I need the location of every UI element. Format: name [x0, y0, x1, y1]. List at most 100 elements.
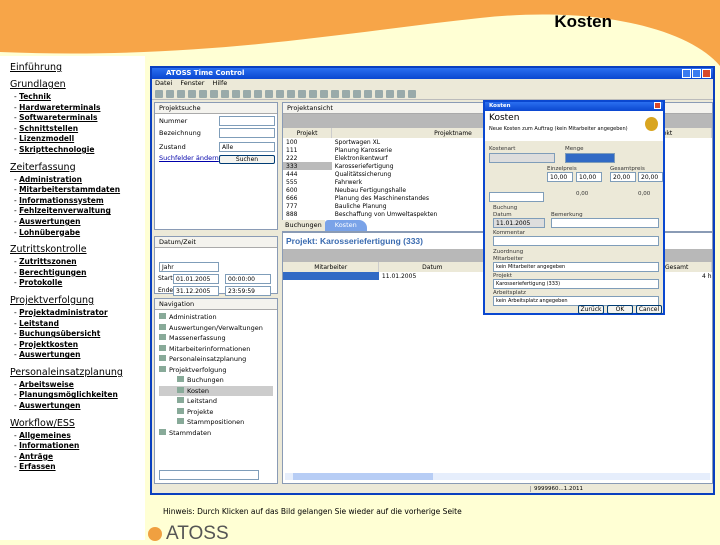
sidebar-link[interactable]: - Protokolle	[14, 278, 145, 289]
sidebar-link[interactable]: - Administration	[14, 175, 145, 186]
sidebar-link[interactable]: - Anträge	[14, 452, 145, 463]
tree-item[interactable]: Auswertungen/Verwaltungen	[159, 323, 273, 334]
sidebar-link[interactable]: - Technik	[14, 92, 145, 103]
suchen-button[interactable]: Suchen	[219, 155, 275, 164]
tree-item[interactable]: Stammpositionen	[159, 417, 273, 428]
einzelpreis-input-1[interactable]: 10,00	[547, 172, 573, 182]
sidebar-link[interactable]: - Arbeitsweise	[14, 380, 145, 391]
menu-fenster[interactable]: Fenster	[180, 79, 204, 88]
sidebar-link[interactable]: - Leitstand	[14, 319, 145, 330]
toolbar-button-icon[interactable]	[177, 90, 185, 98]
tree-item[interactable]: Leitstand	[159, 396, 273, 407]
sidebar-link[interactable]: - Auswertungen	[14, 217, 145, 228]
toolbar-button-icon[interactable]	[199, 90, 207, 98]
projekt-select[interactable]: Karosseriefertigung (333)	[493, 279, 659, 289]
einzelpreis-input-2[interactable]: 10,00	[576, 172, 602, 182]
tree-item[interactable]: Projekte	[159, 407, 273, 418]
toolbar-button-icon[interactable]	[221, 90, 229, 98]
sidebar-section[interactable]: Personaleinsatzplanung	[10, 367, 145, 378]
menu-datei[interactable]: Datei	[155, 79, 172, 88]
toolbar-button-icon[interactable]	[320, 90, 328, 98]
sidebar-link[interactable]: - Auswertungen	[14, 401, 145, 412]
toolbar-button-icon[interactable]	[353, 90, 361, 98]
kostenart-select[interactable]	[489, 153, 555, 163]
tab-datum-zeit[interactable]: Datum/Zeit	[155, 237, 277, 248]
toolbar-button-icon[interactable]	[309, 90, 317, 98]
tree-item[interactable]: Administration	[159, 312, 273, 323]
maximize-button[interactable]	[692, 69, 701, 78]
end-time-input[interactable]: 23:59:59	[225, 286, 271, 296]
sidebar-section[interactable]: Projektverfolgung	[10, 295, 145, 306]
close-button[interactable]	[702, 69, 711, 78]
toolbar-button-icon[interactable]	[265, 90, 273, 98]
sidebar-link[interactable]: - Mitarbeiterstammdaten	[14, 185, 145, 196]
bemerkung-input[interactable]	[551, 218, 659, 228]
tree-item[interactable]: Projektverfolgung	[159, 365, 273, 376]
toolbar-button-icon[interactable]	[243, 90, 251, 98]
column-header[interactable]: Projekt	[283, 128, 333, 138]
toolbar-button-icon[interactable]	[166, 90, 174, 98]
toolbar-button-icon[interactable]	[188, 90, 196, 98]
sidebar-link[interactable]: - Projektkosten	[14, 340, 145, 351]
horizontal-scrollbar[interactable]	[285, 473, 710, 480]
tree-item[interactable]: Stammdaten	[159, 428, 273, 439]
minimize-button[interactable]	[682, 69, 691, 78]
sidebar-link[interactable]: - Erfassen	[14, 462, 145, 473]
toolbar-button-icon[interactable]	[397, 90, 405, 98]
end-date-input[interactable]: 31.12.2005	[173, 286, 219, 296]
sidebar-link[interactable]: - Planungsmöglichkeiten	[14, 390, 145, 401]
tab-navigation[interactable]: Navigation	[155, 299, 277, 310]
toolbar-button-icon[interactable]	[408, 90, 416, 98]
sidebar-section[interactable]: Zutrittskontrolle	[10, 244, 145, 255]
toolbar-button-icon[interactable]	[210, 90, 218, 98]
sidebar-section[interactable]: Zeiterfassung	[10, 162, 145, 173]
sidebar-link[interactable]: - Allgemeines	[14, 431, 145, 442]
tree-item[interactable]: Mitarbeiterinformationen	[159, 344, 273, 355]
sidebar-link[interactable]: - Lizenzmodell	[14, 134, 145, 145]
toolbar-button-icon[interactable]	[342, 90, 350, 98]
sidebar-link[interactable]: - Softwareterminals	[14, 113, 145, 124]
mitarbeiter-select[interactable]: kein Mitarbeiter angegeben	[493, 262, 659, 272]
toolbar-button-icon[interactable]	[298, 90, 306, 98]
sidebar-link[interactable]: - Zutrittszonen	[14, 257, 145, 268]
sidebar-link[interactable]: - Projektadministrator	[14, 308, 145, 319]
tree-item[interactable]: Kosten	[159, 385, 273, 396]
filter-input[interactable]	[159, 470, 259, 480]
sidebar-section[interactable]: Grundlagen	[10, 79, 145, 90]
menge-select[interactable]	[565, 153, 615, 163]
arbeitsplatz-select[interactable]: kein Arbeitsplatz angegeben	[493, 296, 659, 306]
tree-item[interactable]: Buchungen	[159, 375, 273, 386]
sidebar-link[interactable]: - Schnittstellen	[14, 124, 145, 135]
sidebar-section[interactable]: Einführung	[10, 62, 145, 73]
datum-input[interactable]: 11.01.2005	[493, 218, 545, 228]
sidebar-link[interactable]: - Lohnübergabe	[14, 228, 145, 239]
menu-hilfe[interactable]: Hilfe	[212, 79, 227, 88]
bezeichnung-input[interactable]	[219, 128, 275, 138]
toolbar-button-icon[interactable]	[364, 90, 372, 98]
sidebar-link[interactable]: - Berechtigungen	[14, 268, 145, 279]
sidebar-link[interactable]: - Buchungsübersicht	[14, 329, 145, 340]
toolbar-button-icon[interactable]	[254, 90, 262, 98]
ok-button[interactable]: OK	[607, 305, 633, 314]
zurueck-button[interactable]: Zurück	[578, 305, 604, 314]
gesamtpreis-input-1[interactable]: 20,00	[610, 172, 636, 182]
start-time-input[interactable]: 00:00:00	[225, 274, 271, 284]
period-select[interactable]: Jahr	[159, 262, 219, 272]
sidebar-link[interactable]: - Informationen	[14, 441, 145, 452]
gesamtpreis-input-2[interactable]: 20,00	[638, 172, 663, 182]
sidebar-link[interactable]: - Fehlzeitenverwaltung	[14, 206, 145, 217]
zustand-select[interactable]: Alle	[219, 142, 275, 152]
column-header[interactable]: Mitarbeiter	[283, 262, 380, 272]
tab-projektsuche[interactable]: Projektsuche	[155, 103, 277, 114]
menge-input[interactable]	[489, 192, 544, 202]
toolbar-button-icon[interactable]	[386, 90, 394, 98]
sidebar-section[interactable]: Workflow/ESS	[10, 418, 145, 429]
tree-item[interactable]: Personaleinsatzplanung	[159, 354, 273, 365]
tab-buchungen[interactable]: Buchungen	[282, 220, 325, 231]
cancel-button[interactable]: Cancel	[636, 305, 662, 314]
sidebar-link[interactable]: - Auswertungen	[14, 350, 145, 361]
kommentar-input[interactable]	[493, 236, 659, 246]
sidebar-link[interactable]: - Skripttechnologie	[14, 145, 145, 156]
toolbar-button-icon[interactable]	[155, 90, 163, 98]
toolbar-button-icon[interactable]	[375, 90, 383, 98]
